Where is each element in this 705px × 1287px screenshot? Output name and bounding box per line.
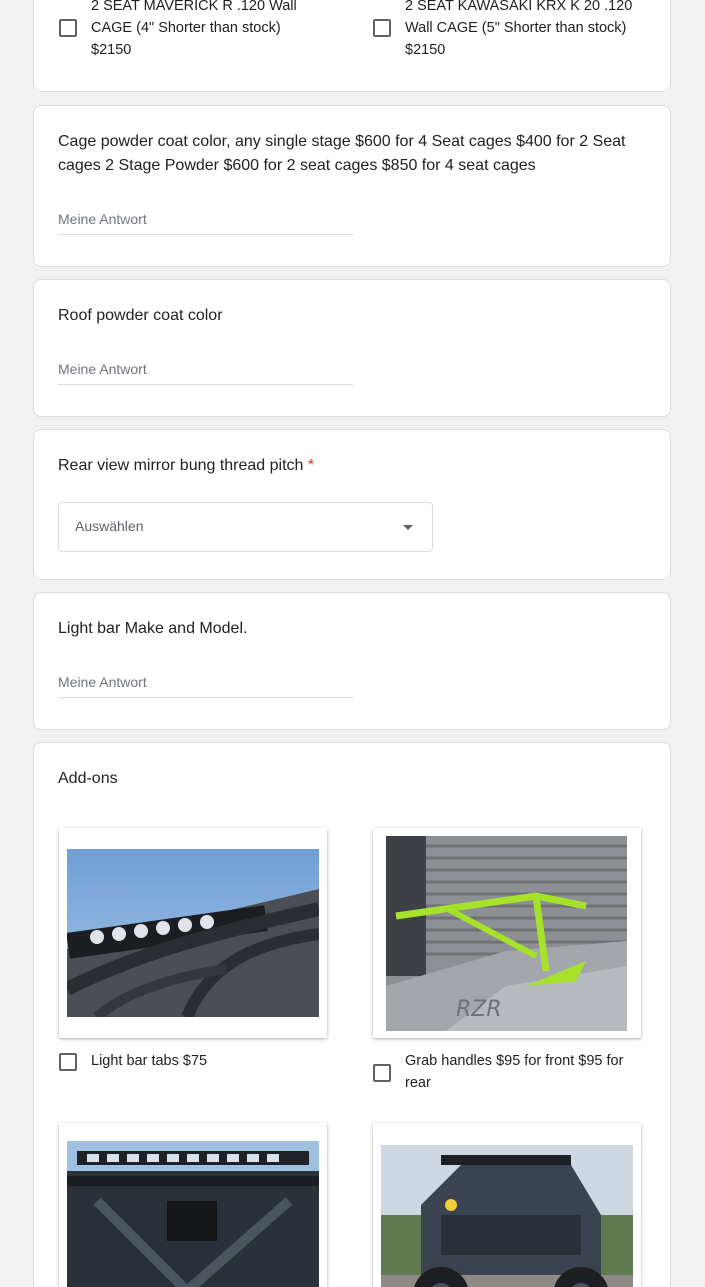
question-title: Light bar Make and Model. [58, 620, 248, 637]
rzr-vehicle-photo [381, 1145, 633, 1287]
addons-card: Add-ons Light bar tabs $75 RZR Grab hand… [33, 742, 671, 1287]
checkbox-light-bar-tabs[interactable] [59, 1053, 77, 1071]
question-title: Cage powder coat color, any single stage… [58, 133, 626, 174]
form-page: 2 SEAT MAVERICK R .120 Wall CAGE (4" Sho… [0, 0, 705, 1287]
light-bar-card: Light bar Make and Model. [33, 592, 671, 730]
answer-field[interactable] [58, 670, 353, 698]
dropdown-arrow-icon [403, 525, 413, 530]
addon-label-light-bar-tabs: Light bar tabs $75 [91, 1053, 208, 1069]
checkbox-maverick[interactable] [59, 19, 77, 37]
addon-image-4 [373, 1123, 641, 1287]
addon-label-grab-handles: Grab handles $95 for front $95 for rear [405, 1053, 624, 1091]
light-bar-input[interactable] [58, 670, 353, 694]
light-bar-tabs-image [59, 828, 327, 1038]
cage-color-input[interactable] [58, 207, 353, 231]
question-title: Roof powder coat color [58, 307, 223, 324]
question-title: Rear view mirror bung thread pitch * [58, 454, 646, 478]
cage-front-photo [67, 1141, 319, 1287]
cage-color-card: Cage powder coat color, any single stage… [33, 105, 671, 267]
cage-choice-card: 2 SEAT MAVERICK R .120 Wall CAGE (4" Sho… [33, 0, 671, 92]
light-bar-photo [67, 849, 319, 1017]
answer-field[interactable] [58, 357, 353, 385]
thread-pitch-dropdown[interactable]: Auswählen [58, 502, 433, 552]
required-mark: * [307, 457, 315, 474]
choice-label-maverick: 2 SEAT MAVERICK R .120 Wall CAGE (4" Sho… [91, 0, 297, 58]
svg-text:RZR: RZR [456, 997, 502, 1022]
addon-image-3 [59, 1123, 327, 1287]
question-title: Add-ons [58, 770, 118, 787]
roof-color-card: Roof powder coat color [33, 279, 671, 417]
choice-label-kawasaki: 2 SEAT KAWASAKI KRX K 20 .120 Wall CAGE … [405, 0, 633, 58]
grab-handles-image: RZR [373, 828, 641, 1038]
answer-field[interactable] [58, 207, 353, 235]
grab-handles-photo: RZR [386, 836, 627, 1031]
checkbox-kawasaki[interactable] [373, 19, 391, 37]
checkbox-grab-handles[interactable] [373, 1064, 391, 1082]
dropdown-placeholder: Auswählen [75, 518, 144, 534]
roof-color-input[interactable] [58, 357, 353, 381]
mirror-bung-card: Rear view mirror bung thread pitch * Aus… [33, 429, 671, 580]
question-text: Rear view mirror bung thread pitch [58, 457, 304, 474]
